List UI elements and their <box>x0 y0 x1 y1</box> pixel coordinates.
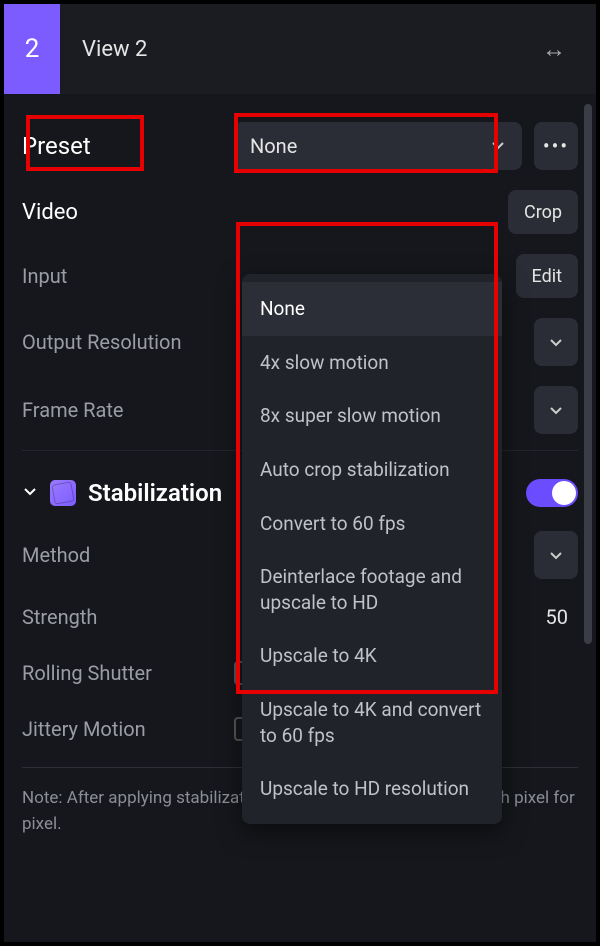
chevron-down-icon[interactable] <box>22 483 38 504</box>
method-label: Method <box>22 543 222 567</box>
chevron-down-icon <box>548 334 564 350</box>
view-title: View 2 <box>82 37 532 62</box>
frame-rate-label: Frame Rate <box>22 398 222 422</box>
preset-option[interactable]: 4x slow motion <box>242 336 502 390</box>
output-resolution-label: Output Resolution <box>22 330 222 354</box>
preset-dropdown: None4x slow motion8x super slow motionAu… <box>242 274 502 824</box>
preset-option[interactable]: 8x super slow motion <box>242 389 502 443</box>
input-label: Input <box>22 264 222 288</box>
preset-option[interactable]: Deinterlace footage and upscale to HD <box>242 550 502 629</box>
video-section-label: Video <box>22 200 222 225</box>
stabilization-title: Stabilization <box>88 479 222 507</box>
strength-label: Strength <box>22 605 222 629</box>
chevron-down-icon <box>548 547 564 563</box>
preset-label: Preset <box>22 132 222 160</box>
stabilization-toggle[interactable] <box>526 479 578 507</box>
preset-option[interactable]: Auto crop stabilization <box>242 443 502 497</box>
preset-option[interactable]: Convert to 60 fps <box>242 497 502 551</box>
stabilization-icon <box>50 480 76 506</box>
preset-option[interactable]: None <box>242 282 502 336</box>
scrollbar[interactable] <box>584 104 592 644</box>
preset-select[interactable]: None <box>234 122 522 170</box>
edit-button[interactable]: Edit <box>516 254 578 298</box>
preset-more-button[interactable]: ••• <box>534 122 578 170</box>
frame-rate-select[interactable] <box>534 386 578 434</box>
preset-option[interactable]: Upscale to HD resolution <box>242 762 502 816</box>
preset-select-value: None <box>250 134 297 158</box>
chevron-down-icon <box>490 134 506 158</box>
rolling-shutter-label: Rolling Shutter <box>22 661 222 685</box>
jittery-motion-label: Jittery Motion <box>22 717 222 741</box>
preset-option[interactable]: Upscale to 4K <box>242 629 502 683</box>
chevron-down-icon <box>548 402 564 418</box>
output-resolution-select[interactable] <box>534 318 578 366</box>
strength-value: 50 <box>546 605 578 629</box>
method-select[interactable] <box>534 531 578 579</box>
view-index-badge: 2 <box>4 4 60 94</box>
crop-button[interactable]: Crop <box>508 190 578 234</box>
dots-horizontal-icon: ••• <box>543 134 569 158</box>
preset-option[interactable]: Upscale to 4K and convert to 60 fps <box>242 683 502 762</box>
horizontal-resize-icon[interactable]: ↔ <box>532 29 576 70</box>
